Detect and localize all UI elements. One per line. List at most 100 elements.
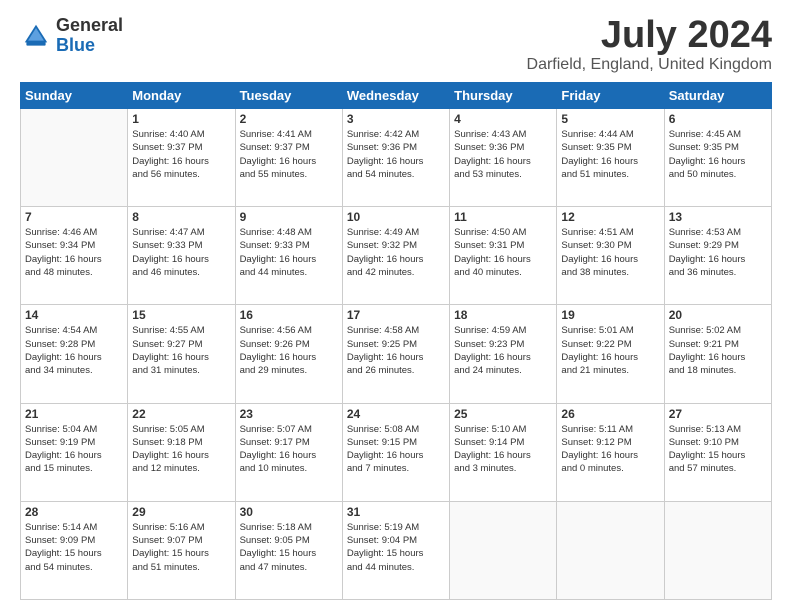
day-number: 8 bbox=[132, 210, 230, 224]
day-info: Sunrise: 5:07 AMSunset: 9:17 PMDaylight:… bbox=[240, 423, 338, 476]
col-thursday: Thursday bbox=[450, 83, 557, 109]
day-info: Sunrise: 4:58 AMSunset: 9:25 PMDaylight:… bbox=[347, 324, 445, 377]
day-info: Sunrise: 4:51 AMSunset: 9:30 PMDaylight:… bbox=[561, 226, 659, 279]
day-info: Sunrise: 4:43 AMSunset: 9:36 PMDaylight:… bbox=[454, 128, 552, 181]
table-row: 8 Sunrise: 4:47 AMSunset: 9:33 PMDaylight… bbox=[128, 207, 235, 305]
table-row: 18 Sunrise: 4:59 AMSunset: 9:23 PMDayligh… bbox=[450, 305, 557, 403]
calendar-week-row: 14 Sunrise: 4:54 AMSunset: 9:28 PMDayligh… bbox=[21, 305, 772, 403]
header: General Blue July 2024 Darfield, England… bbox=[20, 16, 772, 74]
table-row: 1 Sunrise: 4:40 AMSunset: 9:37 PMDaylight… bbox=[128, 109, 235, 207]
table-row: 20Sunrise: 5:02 AMSunset: 9:21 PMDayligh… bbox=[664, 305, 771, 403]
day-info: Sunrise: 4:42 AMSunset: 9:36 PMDaylight:… bbox=[347, 128, 445, 181]
day-number: 5 bbox=[561, 112, 659, 126]
table-row: 11Sunrise: 4:50 AMSunset: 9:31 PMDayligh… bbox=[450, 207, 557, 305]
day-info: Sunrise: 5:18 AMSunset: 9:05 PMDaylight:… bbox=[240, 521, 338, 574]
day-number: 17 bbox=[347, 308, 445, 322]
table-row: 17 Sunrise: 4:58 AMSunset: 9:25 PMDayligh… bbox=[342, 305, 449, 403]
day-number: 2 bbox=[240, 112, 338, 126]
day-number: 7 bbox=[25, 210, 123, 224]
day-number: 20 bbox=[669, 308, 767, 322]
logo-text: General Blue bbox=[56, 16, 123, 56]
title-block: July 2024 Darfield, England, United King… bbox=[527, 16, 772, 74]
table-row: 7 Sunrise: 4:46 AMSunset: 9:34 PMDaylight… bbox=[21, 207, 128, 305]
day-number: 13 bbox=[669, 210, 767, 224]
day-number: 23 bbox=[240, 407, 338, 421]
calendar-week-row: 28 Sunrise: 5:14 AMSunset: 9:09 PMDayligh… bbox=[21, 501, 772, 599]
logo-icon bbox=[20, 20, 52, 52]
table-row: 25Sunrise: 5:10 AMSunset: 9:14 PMDayligh… bbox=[450, 403, 557, 501]
day-number: 10 bbox=[347, 210, 445, 224]
table-row: 22Sunrise: 5:05 AMSunset: 9:18 PMDayligh… bbox=[128, 403, 235, 501]
day-info: Sunrise: 5:04 AMSunset: 9:19 PMDaylight:… bbox=[25, 423, 123, 476]
day-number: 4 bbox=[454, 112, 552, 126]
calendar-week-row: 7 Sunrise: 4:46 AMSunset: 9:34 PMDaylight… bbox=[21, 207, 772, 305]
day-number: 29 bbox=[132, 505, 230, 519]
table-row: 6Sunrise: 4:45 AMSunset: 9:35 PMDaylight… bbox=[664, 109, 771, 207]
day-info: Sunrise: 4:47 AMSunset: 9:33 PMDaylight:… bbox=[132, 226, 230, 279]
day-info: Sunrise: 5:08 AMSunset: 9:15 PMDaylight:… bbox=[347, 423, 445, 476]
day-number: 19 bbox=[561, 308, 659, 322]
table-row: 28 Sunrise: 5:14 AMSunset: 9:09 PMDayligh… bbox=[21, 501, 128, 599]
table-row: 9Sunrise: 4:48 AMSunset: 9:33 PMDaylight… bbox=[235, 207, 342, 305]
day-info: Sunrise: 4:41 AMSunset: 9:37 PMDaylight:… bbox=[240, 128, 338, 181]
table-row bbox=[450, 501, 557, 599]
day-info: Sunrise: 4:54 AMSunset: 9:28 PMDaylight:… bbox=[25, 324, 123, 377]
day-info: Sunrise: 4:53 AMSunset: 9:29 PMDaylight:… bbox=[669, 226, 767, 279]
calendar-week-row: 1 Sunrise: 4:40 AMSunset: 9:37 PMDaylight… bbox=[21, 109, 772, 207]
table-row: 14 Sunrise: 4:54 AMSunset: 9:28 PMDayligh… bbox=[21, 305, 128, 403]
table-row: 13 Sunrise: 4:53 AMSunset: 9:29 PMDayligh… bbox=[664, 207, 771, 305]
day-number: 27 bbox=[669, 407, 767, 421]
day-number: 1 bbox=[132, 112, 230, 126]
table-row: 2 Sunrise: 4:41 AMSunset: 9:37 PMDaylight… bbox=[235, 109, 342, 207]
table-row: 31 Sunrise: 5:19 AMSunset: 9:04 PMDayligh… bbox=[342, 501, 449, 599]
logo-blue: Blue bbox=[56, 36, 123, 56]
day-info: Sunrise: 5:10 AMSunset: 9:14 PMDaylight:… bbox=[454, 423, 552, 476]
day-number: 16 bbox=[240, 308, 338, 322]
day-number: 6 bbox=[669, 112, 767, 126]
logo: General Blue bbox=[20, 16, 123, 56]
col-monday: Monday bbox=[128, 83, 235, 109]
day-number: 14 bbox=[25, 308, 123, 322]
col-friday: Friday bbox=[557, 83, 664, 109]
calendar-week-row: 21Sunrise: 5:04 AMSunset: 9:19 PMDayligh… bbox=[21, 403, 772, 501]
day-info: Sunrise: 4:40 AMSunset: 9:37 PMDaylight:… bbox=[132, 128, 230, 181]
day-info: Sunrise: 4:46 AMSunset: 9:34 PMDaylight:… bbox=[25, 226, 123, 279]
table-row: 21Sunrise: 5:04 AMSunset: 9:19 PMDayligh… bbox=[21, 403, 128, 501]
table-row: 19Sunrise: 5:01 AMSunset: 9:22 PMDayligh… bbox=[557, 305, 664, 403]
day-number: 26 bbox=[561, 407, 659, 421]
col-sunday: Sunday bbox=[21, 83, 128, 109]
calendar-table: Sunday Monday Tuesday Wednesday Thursday… bbox=[20, 82, 772, 600]
table-row bbox=[21, 109, 128, 207]
day-info: Sunrise: 4:49 AMSunset: 9:32 PMDaylight:… bbox=[347, 226, 445, 279]
day-info: Sunrise: 5:19 AMSunset: 9:04 PMDaylight:… bbox=[347, 521, 445, 574]
table-row: 27 Sunrise: 5:13 AMSunset: 9:10 PMDayligh… bbox=[664, 403, 771, 501]
table-row: 5Sunrise: 4:44 AMSunset: 9:35 PMDaylight… bbox=[557, 109, 664, 207]
table-row: 3 Sunrise: 4:42 AMSunset: 9:36 PMDaylight… bbox=[342, 109, 449, 207]
day-info: Sunrise: 4:50 AMSunset: 9:31 PMDaylight:… bbox=[454, 226, 552, 279]
day-info: Sunrise: 5:05 AMSunset: 9:18 PMDaylight:… bbox=[132, 423, 230, 476]
table-row: 4 Sunrise: 4:43 AMSunset: 9:36 PMDaylight… bbox=[450, 109, 557, 207]
day-info: Sunrise: 5:13 AMSunset: 9:10 PMDaylight:… bbox=[669, 423, 767, 476]
table-row: 26Sunrise: 5:11 AMSunset: 9:12 PMDayligh… bbox=[557, 403, 664, 501]
location: Darfield, England, United Kingdom bbox=[527, 56, 772, 74]
col-tuesday: Tuesday bbox=[235, 83, 342, 109]
day-number: 31 bbox=[347, 505, 445, 519]
day-info: Sunrise: 4:55 AMSunset: 9:27 PMDaylight:… bbox=[132, 324, 230, 377]
day-number: 3 bbox=[347, 112, 445, 126]
table-row: 10 Sunrise: 4:49 AMSunset: 9:32 PMDayligh… bbox=[342, 207, 449, 305]
day-number: 18 bbox=[454, 308, 552, 322]
day-number: 24 bbox=[347, 407, 445, 421]
day-number: 12 bbox=[561, 210, 659, 224]
day-info: Sunrise: 4:59 AMSunset: 9:23 PMDaylight:… bbox=[454, 324, 552, 377]
table-row: 30Sunrise: 5:18 AMSunset: 9:05 PMDayligh… bbox=[235, 501, 342, 599]
table-row: 24 Sunrise: 5:08 AMSunset: 9:15 PMDayligh… bbox=[342, 403, 449, 501]
table-row bbox=[664, 501, 771, 599]
day-number: 28 bbox=[25, 505, 123, 519]
day-info: Sunrise: 4:48 AMSunset: 9:33 PMDaylight:… bbox=[240, 226, 338, 279]
col-wednesday: Wednesday bbox=[342, 83, 449, 109]
day-info: Sunrise: 5:14 AMSunset: 9:09 PMDaylight:… bbox=[25, 521, 123, 574]
day-info: Sunrise: 4:56 AMSunset: 9:26 PMDaylight:… bbox=[240, 324, 338, 377]
month-title: July 2024 bbox=[527, 16, 772, 54]
col-saturday: Saturday bbox=[664, 83, 771, 109]
day-number: 15 bbox=[132, 308, 230, 322]
